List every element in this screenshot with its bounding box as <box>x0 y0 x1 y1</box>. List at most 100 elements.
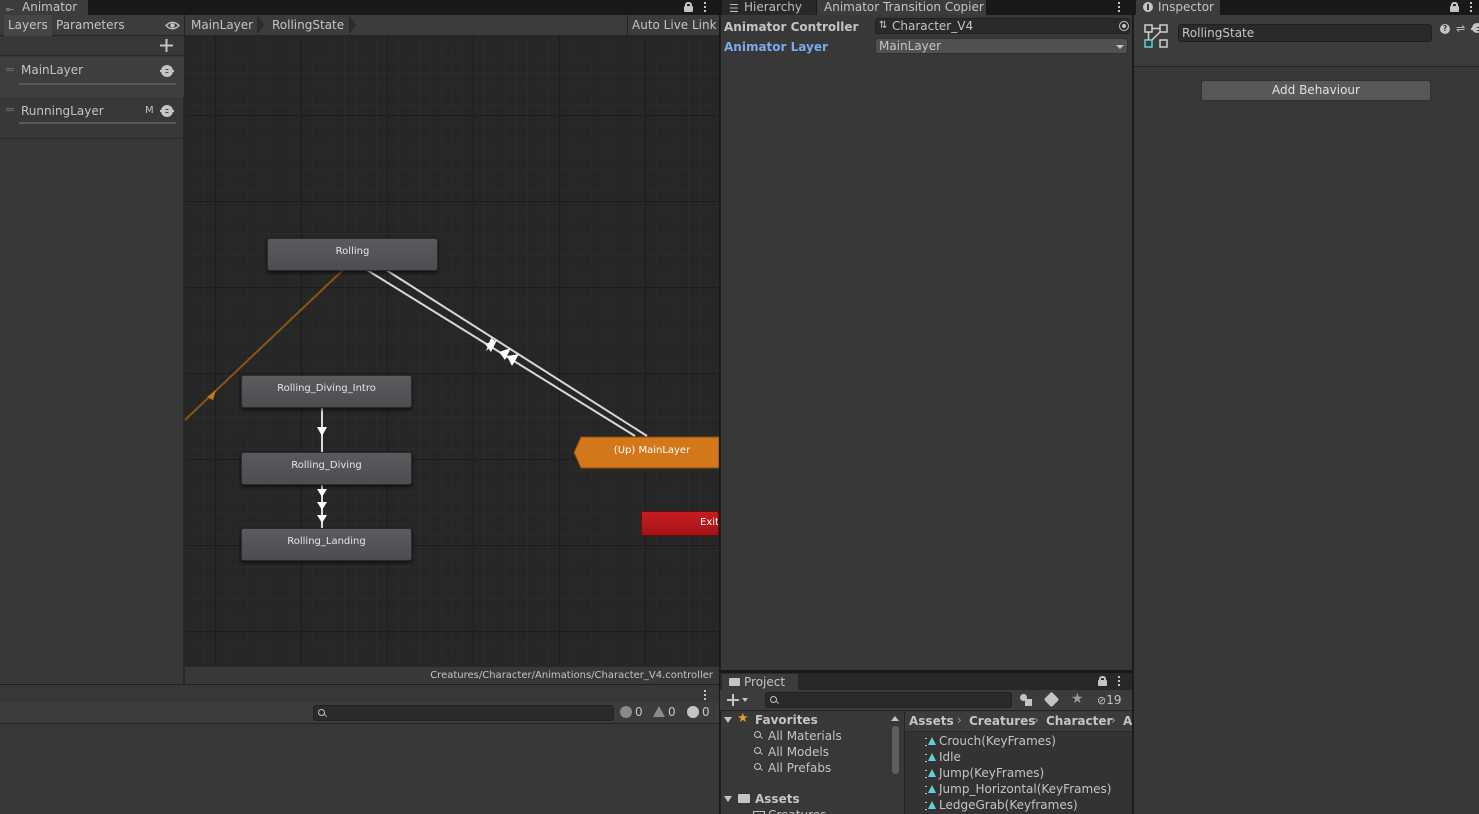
state-node-rolling-landing[interactable]: Rolling_Landing <box>241 528 412 561</box>
eye-icon[interactable] <box>165 20 180 31</box>
inspector-tab-bar: Inspector <box>1133 0 1479 15</box>
animation-clip-icon <box>925 753 936 762</box>
more-options-icon[interactable] <box>1117 2 1121 14</box>
breadcrumb-character[interactable]: Character <box>1046 714 1112 728</box>
help-icon[interactable]: ? <box>1440 24 1450 34</box>
inspector-window <box>1133 0 1479 814</box>
search-icon <box>754 747 761 754</box>
tab-layers[interactable]: Layers <box>4 15 52 36</box>
search-icon <box>770 696 777 703</box>
tab-hierarchy[interactable]: ☰ Hierarchy <box>722 0 816 15</box>
lock-icon[interactable] <box>684 2 693 12</box>
layer-name: RunningLayer <box>21 104 104 118</box>
layer-mask-badge: M <box>145 105 154 116</box>
search-icon <box>754 731 761 738</box>
breadcrumb-assets[interactable]: Assets <box>909 714 954 728</box>
state-node-rolling-diving[interactable]: Rolling_Diving <box>241 452 412 485</box>
animator-controller-label: Animator Controller <box>724 20 859 34</box>
state-icon <box>1144 24 1168 48</box>
auto-live-link-button[interactable]: Auto Live Link <box>632 15 717 36</box>
asset-item[interactable]: LedgeGrab(Keyframes) <box>939 798 1078 812</box>
hidden-packages-toggle[interactable]: ⊘19 <box>1097 693 1122 707</box>
warning-icon <box>653 706 665 717</box>
log-count[interactable]: 0 <box>620 705 643 720</box>
state-name-field[interactable]: RollingState <box>1178 24 1432 42</box>
layer-row-mainlayer[interactable]: MainLayer <box>0 57 184 97</box>
folder-icon <box>738 794 750 803</box>
folder-icon <box>729 678 740 686</box>
more-options-icon[interactable] <box>1469 2 1473 14</box>
chevron-down-icon <box>1116 45 1124 49</box>
warning-count[interactable]: 0 <box>653 705 676 720</box>
gear-icon[interactable] <box>160 65 174 77</box>
animator-tab[interactable]: ⟜ Animator <box>0 0 88 15</box>
tab-project[interactable]: Project <box>722 674 798 690</box>
gear-icon[interactable] <box>160 105 174 117</box>
layer-name: MainLayer <box>21 63 84 77</box>
lock-icon[interactable] <box>1098 676 1107 686</box>
star-icon: ★ <box>737 711 749 726</box>
favorite-all-materials[interactable]: All Materials <box>768 729 842 743</box>
animation-clip-icon <box>925 769 936 778</box>
tab-animator-transition-copier[interactable]: Animator Transition Copier <box>817 0 986 15</box>
controller-path: Creatures/Character/Animations/Character… <box>185 666 719 684</box>
creatures-folder[interactable]: Creatures <box>768 808 826 814</box>
eye-slash-icon: ⊘ <box>1097 694 1107 707</box>
tree-scrollbar-thumb[interactable] <box>892 726 899 774</box>
search-by-type-icon[interactable] <box>1020 694 1032 706</box>
tab-parameters[interactable]: Parameters <box>52 15 129 36</box>
breadcrumb-separator: › <box>1111 713 1116 727</box>
presets-icon[interactable]: ⇌ <box>1456 22 1465 35</box>
state-node-rolling-diving-intro[interactable]: Rolling_Diving_Intro <box>241 375 412 408</box>
favorite-all-prefabs[interactable]: All Prefabs <box>768 761 831 775</box>
expand-arrow-icon[interactable] <box>724 796 732 802</box>
favorite-all-models[interactable]: All Models <box>768 745 829 759</box>
more-options-icon[interactable] <box>1117 676 1121 688</box>
more-options-icon[interactable] <box>703 690 707 702</box>
asset-item[interactable]: Jump(KeyFrames) <box>939 766 1044 780</box>
asset-item[interactable]: Crouch(KeyFrames) <box>939 734 1056 748</box>
state-node-rolling[interactable]: Rolling <box>267 238 438 271</box>
animator-controller-field[interactable]: ⇅ Character_V4 <box>875 18 1130 34</box>
scroll-up-arrow-icon[interactable] <box>891 716 899 721</box>
add-behaviour-button[interactable]: Add Behaviour <box>1201 80 1431 101</box>
layers-panel: MainLayer RunningLayer M <box>0 36 184 684</box>
state-node-up-mainlayer[interactable]: (Up) MainLayer <box>585 445 719 456</box>
animator-layer-dropdown[interactable]: MainLayer <box>875 38 1128 54</box>
layer-weight-bar <box>19 122 176 124</box>
star-icon[interactable]: ★ <box>1071 691 1084 707</box>
error-count[interactable]: 0 <box>687 705 710 720</box>
more-options-icon[interactable] <box>703 2 707 14</box>
project-tab-bar: Project <box>720 673 1132 690</box>
favorites-header[interactable]: Favorites <box>755 713 818 727</box>
create-asset-icon[interactable] <box>727 694 749 706</box>
object-picker-icon[interactable] <box>1119 21 1129 31</box>
breadcrumb-creatures[interactable]: Creatures <box>969 714 1035 728</box>
inspector-header: RollingState ? ⇌ <box>1134 15 1479 67</box>
assets-folder[interactable]: Assets <box>755 792 800 806</box>
asset-item[interactable]: Jump_Horizontal(KeyFrames) <box>939 782 1111 796</box>
drag-handle-icon[interactable] <box>6 68 14 71</box>
search-icon <box>754 763 761 770</box>
animation-clip-icon <box>925 737 936 746</box>
expand-arrow-icon[interactable] <box>724 717 732 723</box>
asset-item[interactable]: Idle <box>939 750 961 764</box>
gear-icon[interactable] <box>1471 23 1479 33</box>
lock-icon[interactable] <box>1450 2 1459 12</box>
info-icon <box>620 706 632 718</box>
tab-inspector[interactable]: Inspector <box>1136 0 1220 15</box>
drag-handle-icon[interactable] <box>6 108 14 111</box>
layer-row-runninglayer[interactable]: RunningLayer M <box>0 97 184 137</box>
breadcrumb-truncated[interactable]: A <box>1123 714 1132 728</box>
state-machine-graph[interactable]: Rolling Rolling_Diving_Intro Rolling_Div… <box>185 36 719 666</box>
add-layer-icon[interactable] <box>160 39 173 52</box>
state-node-exit[interactable]: Exit <box>641 511 719 536</box>
breadcrumb-mainlayer[interactable]: MainLayer <box>191 15 253 36</box>
middle-tab-bar: ☰ Hierarchy Animator Transition Copier <box>720 0 1132 15</box>
console-search-input[interactable] <box>313 705 614 721</box>
label-icon[interactable] <box>1043 691 1060 708</box>
controller-icon: ⇅ <box>879 20 888 31</box>
project-search-input[interactable] <box>765 692 1012 708</box>
breadcrumb-separator: › <box>957 713 962 727</box>
breadcrumb-rollingstate[interactable]: RollingState <box>272 15 344 36</box>
